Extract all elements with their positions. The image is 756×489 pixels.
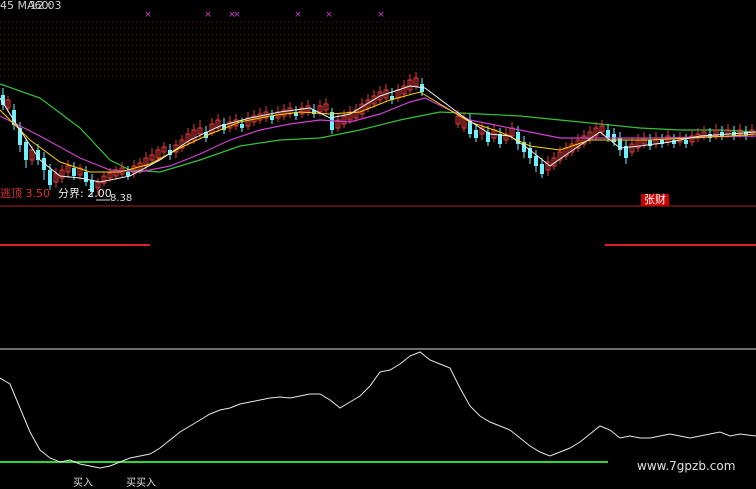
stock-chart: × × ×× × × ×	[0, 10, 756, 469]
price-dotted-grid	[0, 21, 430, 77]
candle-body-down	[534, 156, 538, 166]
top-markers: × × ×× × × ×	[144, 10, 385, 20]
signal-panel	[0, 205, 756, 246]
candle-body-down	[72, 168, 76, 176]
ma60-value: 12.03	[30, 0, 62, 12]
top-marker: ×	[325, 10, 333, 20]
oscillator-panel	[0, 348, 756, 469]
candle-body-down	[84, 172, 88, 182]
top-signal-label: 逃顶 3.50	[0, 187, 50, 200]
top-marker: ×	[204, 10, 212, 20]
candlesticks	[1, 72, 755, 196]
top-marker: ×	[294, 10, 302, 20]
candle-body-down	[684, 140, 688, 144]
watermark: www.7gpzb.com	[637, 459, 736, 473]
top-marker: ×	[144, 10, 152, 20]
signal-badge: 张财	[641, 194, 669, 206]
low-price-marker: 8.38	[110, 193, 133, 204]
ma-slow-series	[0, 91, 756, 173]
candle-body-down	[474, 130, 478, 138]
oscillator-series	[0, 351, 756, 469]
candle-body-down	[270, 116, 274, 120]
ma-purple-series	[0, 97, 756, 173]
boundary-label: 分界: 2.00	[58, 187, 112, 200]
candle-body-down	[24, 142, 28, 160]
candle-body-down	[48, 170, 52, 185]
candle-body-down	[540, 164, 544, 174]
top-marker: ×	[233, 10, 241, 20]
moving-averages	[0, 85, 756, 201]
candle-body-down	[240, 124, 244, 128]
candle-body-down	[126, 172, 130, 176]
top-marker: ×	[377, 10, 385, 20]
